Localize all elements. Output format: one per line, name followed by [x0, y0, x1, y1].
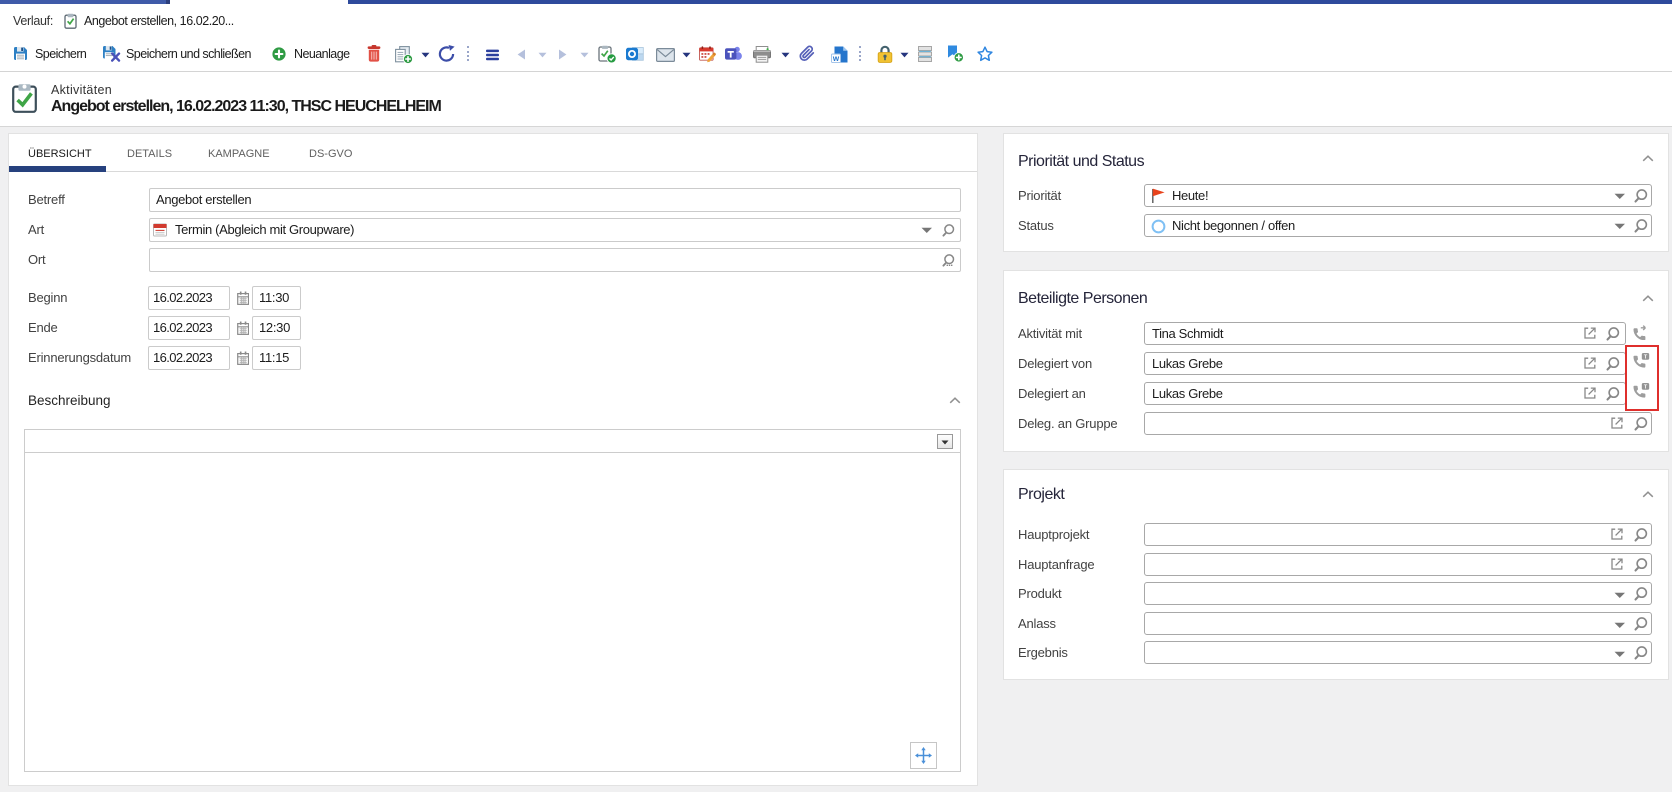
svg-text:w: w [832, 54, 840, 63]
